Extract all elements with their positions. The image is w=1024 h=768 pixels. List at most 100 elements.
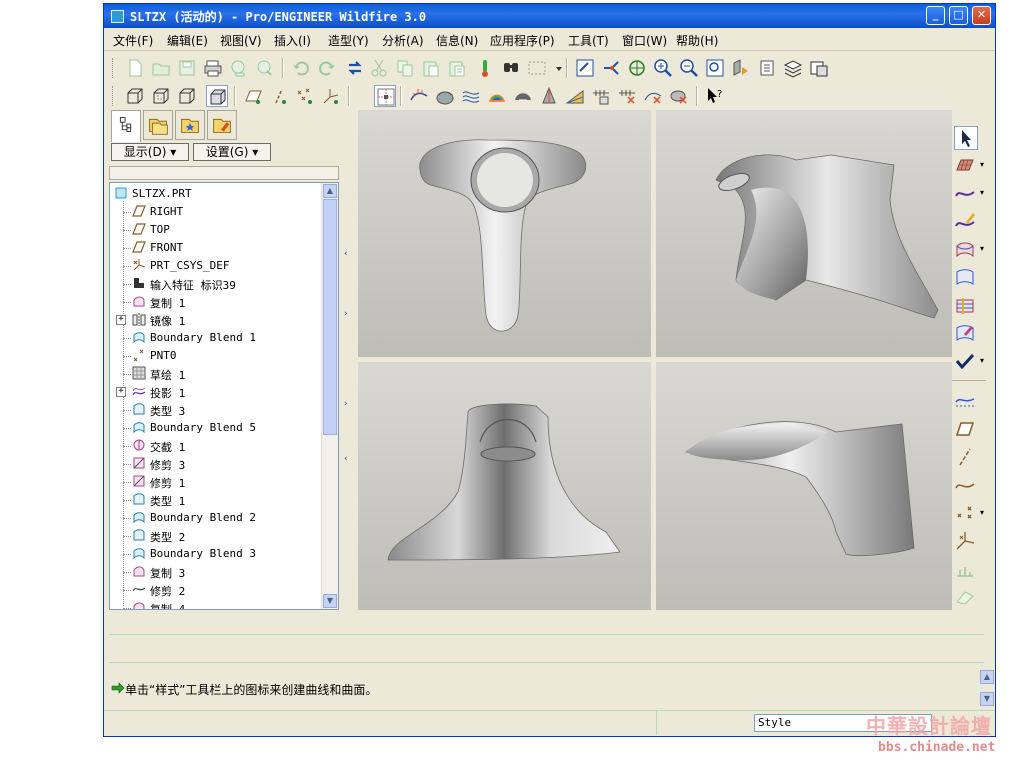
tree-item[interactable]: 修剪 3 [110, 455, 322, 473]
context-help-icon[interactable]: ? [704, 85, 726, 107]
datum-axis-tool-icon[interactable] [954, 446, 976, 468]
surface-icon[interactable] [954, 238, 976, 260]
send-link-icon[interactable] [254, 57, 276, 79]
no-hidden-icon[interactable] [176, 85, 198, 107]
regenerate-icon[interactable] [344, 57, 366, 79]
tree-item[interactable]: 类型 2 [110, 527, 322, 545]
tree-item[interactable]: 类型 3 [110, 401, 322, 419]
datum-points-icon[interactable] [294, 85, 316, 107]
tree-item[interactable]: Boundary Blend 3 [110, 545, 322, 563]
send-mail-icon[interactable] [228, 57, 250, 79]
wireframe-icon[interactable] [124, 85, 146, 107]
delete-analysis-icon[interactable] [642, 85, 664, 107]
viewport-iso[interactable] [656, 362, 952, 612]
curvature-icon[interactable] [434, 85, 456, 107]
menu-analysis[interactable]: 分析(A) [382, 32, 424, 49]
select-arrow-icon[interactable] [954, 126, 978, 150]
menu-file[interactable]: 文件(F) [113, 32, 153, 49]
menu-tools[interactable]: 工具(T) [568, 32, 609, 49]
surface-edit-icon[interactable] [954, 322, 976, 344]
selection-box-icon[interactable] [526, 57, 548, 79]
undo-icon[interactable] [290, 57, 312, 79]
surface-trim-icon[interactable] [954, 294, 976, 316]
tree-item[interactable]: 修剪 1 [110, 473, 322, 491]
set-active-plane-icon[interactable] [954, 154, 976, 176]
datum-axes-icon[interactable] [268, 85, 290, 107]
saved-analysis-icon[interactable] [590, 85, 612, 107]
datum-plane-tool-icon[interactable] [954, 418, 976, 440]
datum-point-tool-icon[interactable] [954, 502, 976, 524]
surface-connect-icon[interactable] [954, 266, 976, 288]
zoom-out-icon[interactable] [678, 57, 700, 79]
save-icon[interactable] [176, 57, 198, 79]
model-player-icon[interactable] [474, 57, 496, 79]
menu-insert[interactable]: 插入(I) [274, 32, 311, 49]
tree-item[interactable]: FRONT [110, 239, 322, 257]
menu-window[interactable]: 窗口(W) [622, 32, 667, 49]
tree-item[interactable]: Boundary Blend 1 [110, 329, 322, 347]
menu-help[interactable]: 帮助(H) [676, 32, 718, 49]
maximize-button[interactable]: □ [949, 6, 968, 25]
section-analysis-icon[interactable] [460, 85, 482, 107]
tree-item[interactable]: 复制 4 [110, 599, 322, 609]
print-icon[interactable] [202, 57, 224, 79]
message-scroll-down-icon[interactable]: ▼ [980, 692, 994, 706]
tree-item[interactable]: PRT_CSYS_DEF [110, 257, 322, 275]
slope-analysis-icon[interactable] [564, 85, 586, 107]
tree-item[interactable]: 复制 3 [110, 563, 322, 581]
curve-analysis-icon[interactable] [408, 85, 430, 107]
paste-icon[interactable] [420, 57, 442, 79]
menu-info[interactable]: 信息(N) [436, 32, 478, 49]
tree-item[interactable]: 草绘 1 [110, 365, 322, 383]
edit-curve-icon[interactable] [954, 210, 976, 232]
curve-dropdown-icon[interactable]: ▾ [980, 188, 984, 197]
scroll-down-icon[interactable]: ▼ [323, 594, 337, 608]
tree-item[interactable]: 复制 1 [110, 293, 322, 311]
connect-icon[interactable] [600, 57, 622, 79]
shading-icon[interactable] [206, 85, 228, 107]
message-scroll-up-icon[interactable]: ▲ [980, 670, 994, 684]
tree-root-item[interactable]: SLTZX.PRT [110, 185, 322, 203]
connections-tab[interactable] [207, 110, 237, 140]
tree-item[interactable]: Boundary Blend 2 [110, 509, 322, 527]
settings-dropdown-button[interactable]: 设置(G) ▾ [193, 143, 271, 161]
scroll-up-icon[interactable]: ▲ [323, 184, 337, 198]
tree-item[interactable]: 输入特征 标识39 [110, 275, 322, 293]
scroll-thumb[interactable] [323, 199, 337, 435]
viewport-front[interactable] [358, 110, 651, 357]
tree-scrollbar[interactable]: ▲ ▼ [321, 183, 338, 609]
analysis-tool-icon[interactable] [954, 558, 976, 580]
menu-edit[interactable]: 编辑(E) [167, 32, 208, 49]
refit-icon[interactable] [704, 57, 726, 79]
feature-tool-icon[interactable] [954, 586, 976, 608]
surface-dropdown-icon[interactable]: ▾ [980, 244, 984, 253]
view-manager-icon[interactable] [808, 57, 830, 79]
layers-icon[interactable] [782, 57, 804, 79]
title-bar[interactable]: SLTZX (活动的) - Pro/ENGINEER Wildfire 3.0 … [104, 4, 995, 28]
done-dropdown-icon[interactable]: ▾ [980, 356, 984, 365]
datum-display-icon[interactable] [954, 390, 976, 412]
panel-splitter[interactable]: ‹ › › ‹ [344, 204, 350, 484]
datum-planes-icon[interactable] [242, 85, 264, 107]
open-icon[interactable] [150, 57, 172, 79]
delete-curvature-icon[interactable] [668, 85, 690, 107]
folder-browser-tab[interactable] [143, 110, 173, 140]
close-button[interactable]: ✕ [972, 6, 991, 25]
plane-dropdown-icon[interactable]: ▾ [980, 160, 984, 169]
done-check-icon[interactable] [954, 350, 976, 372]
draft-analysis-icon[interactable] [538, 85, 560, 107]
shaded-curvature-icon[interactable] [512, 85, 534, 107]
model-tree-tab[interactable] [111, 110, 141, 142]
new-icon[interactable] [124, 57, 146, 79]
sketch-edit-icon[interactable] [574, 57, 596, 79]
menu-applications[interactable]: 应用程序(P) [490, 32, 555, 49]
csys-tool-icon[interactable] [954, 530, 976, 552]
tree-item[interactable]: TOP [110, 221, 322, 239]
datum-curve-tool-icon[interactable] [954, 474, 976, 496]
selection-dropdown-icon[interactable] [548, 57, 562, 79]
create-curve-icon[interactable] [954, 182, 976, 204]
expand-toggle-icon[interactable]: + [116, 387, 126, 397]
zoom-in-icon[interactable] [652, 57, 674, 79]
menu-view[interactable]: 视图(V) [220, 32, 262, 49]
copy-icon[interactable] [394, 57, 416, 79]
